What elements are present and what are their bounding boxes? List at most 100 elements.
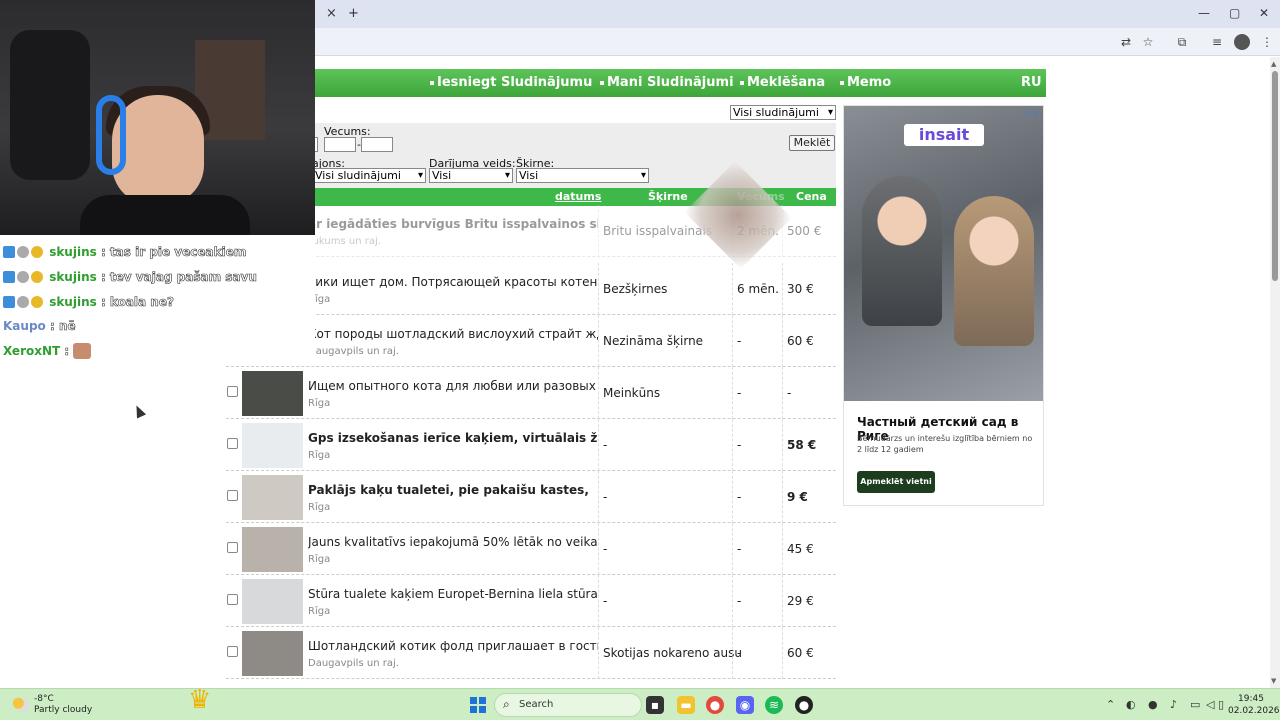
table-row[interactable]: Paklājs kaķu tualetei, pie pakaišu kaste… [226, 471, 836, 523]
age-from-input[interactable] [324, 137, 356, 152]
file-explorer-app-icon[interactable]: ▪ [646, 696, 664, 714]
folder-icon[interactable]: ▬ [677, 696, 695, 714]
tab-search-icon[interactable]: ≡ [1209, 34, 1225, 50]
col-date[interactable]: datums [555, 190, 601, 203]
table-row[interactable]: Stūra tualete kaķiem Europet-Bernina lie… [226, 575, 836, 627]
taskbar-search[interactable]: ⌕ Search [494, 693, 642, 717]
listing-title[interactable]: Рики ищет дом. Потрясающей красоты котен… [308, 275, 598, 289]
row-checkbox[interactable] [227, 386, 238, 397]
row-checkbox[interactable] [227, 542, 238, 553]
spotify-icon[interactable]: ≋ [765, 696, 783, 714]
ad-choices-icon[interactable]: ⓘ✕ [1024, 108, 1043, 118]
ad-photo-child-left [862, 176, 942, 326]
page-scrollbar[interactable]: ▲ ▼ [1270, 57, 1280, 688]
listing-title[interactable]: Кот породы шотладский вислоухий страйт ж… [308, 327, 598, 341]
tray-status-icon[interactable]: ● [1148, 698, 1158, 711]
column-divider [598, 263, 599, 315]
listing-location: Daugavpils un raj. [308, 346, 399, 357]
region-select[interactable]: Visi sludinājumi [312, 168, 426, 183]
deal-type-select[interactable]: Visi [429, 168, 513, 183]
column-divider [732, 263, 733, 315]
minimize-icon[interactable]: — [1198, 6, 1210, 20]
network-icon[interactable]: ▭ [1190, 698, 1200, 711]
translate-icon[interactable]: ⇄ [1118, 34, 1134, 50]
battery-icon[interactable]: ▯ [1218, 698, 1224, 711]
scroll-thumb[interactable] [1272, 71, 1278, 281]
nav-my-ads[interactable]: Mani Sludinājumi [600, 75, 734, 90]
volume-icon[interactable]: ◁ [1206, 698, 1214, 711]
col-breed[interactable]: Šķirne [648, 190, 688, 203]
nav-search[interactable]: Meklēšana [740, 75, 825, 90]
windows-start-icon[interactable] [470, 697, 486, 713]
listing-location: Rīga [308, 502, 331, 513]
nav-lang-ru[interactable]: RU [1021, 75, 1042, 90]
table-row[interactable]: Jauns kvalitatīvs iepakojumā 50% lētāk n… [226, 523, 836, 575]
tab-close-icon[interactable]: × [326, 6, 337, 21]
nav-memo[interactable]: Memo [840, 75, 891, 90]
listing-title[interactable]: Gps izsekošanas ierīce kaķiem, virtuālai… [308, 431, 598, 445]
col-price[interactable]: Cena [796, 190, 827, 203]
extensions-icon[interactable]: ⧉ [1174, 34, 1190, 50]
breed-select[interactable]: Visi [516, 168, 649, 183]
listing-title[interactable]: Paklājs kaķu tualetei, pie pakaišu kaste… [308, 483, 598, 497]
ad-type-select[interactable]: Visi sludinājumi [730, 105, 836, 120]
tray-chevron-icon[interactable]: ⌃ [1106, 698, 1115, 711]
table-row[interactable]: Кот породы шотладский вислоухий страйт ж… [226, 315, 836, 367]
row-checkbox[interactable] [227, 490, 238, 501]
clock-date[interactable]: 02.02.2026 [1228, 706, 1280, 716]
nav-submit-ad[interactable]: Iesniegt Sludinājumu [430, 75, 592, 90]
ad-description: Bērnudārzs un interešu izglītība bērniem… [857, 434, 1033, 454]
table-row[interactable]: Шотландский котик фолд приглашает в гост… [226, 627, 836, 679]
microphone-icon[interactable]: ♪ [1170, 698, 1177, 711]
weather-widget[interactable]: -8°C Partly cloudy [12, 694, 122, 718]
listing-thumbnail[interactable] [242, 371, 303, 416]
row-checkbox[interactable] [227, 438, 238, 449]
bookmark-star-icon[interactable]: ☆ [1140, 34, 1156, 50]
app-icon[interactable]: ● [795, 696, 813, 714]
weather-desc: Partly cloudy [34, 705, 93, 715]
new-tab-icon[interactable]: + [348, 6, 359, 21]
column-divider [782, 419, 783, 471]
age-to-input[interactable] [361, 137, 393, 152]
listing-thumbnail[interactable] [242, 631, 303, 676]
row-checkbox[interactable] [227, 594, 238, 605]
profile-avatar[interactable] [1234, 34, 1250, 50]
row-checkbox[interactable] [227, 646, 238, 657]
scroll-down-icon[interactable]: ▼ [1271, 677, 1276, 685]
discord-icon[interactable]: ◉ [736, 696, 754, 714]
listing-thumbnail[interactable] [242, 579, 303, 624]
tray-app-icon[interactable]: ◐ [1126, 698, 1136, 711]
table-row[interactable]: Ищем опытного кота для любви или разовых… [226, 367, 836, 419]
column-divider [598, 367, 599, 419]
clock-time[interactable]: 19:45 [1238, 694, 1264, 704]
scroll-up-icon[interactable]: ▲ [1271, 60, 1276, 68]
listing-thumbnail[interactable] [242, 423, 303, 468]
listing-thumbnail[interactable] [242, 475, 303, 520]
table-row[interactable]: Gps izsekošanas ierīce kaķiem, virtuālai… [226, 419, 836, 471]
site-navbar: Iesniegt Sludinājumu Mani Sludinājumi Me… [300, 69, 1046, 97]
search-button[interactable]: Meklēt [789, 135, 835, 151]
column-divider [782, 575, 783, 627]
listing-breed: Nezināma šķirne [603, 334, 704, 348]
chat-badge-icon [17, 271, 29, 283]
listing-title[interactable]: Stūra tualete kaķiem Europet-Bernina lie… [308, 587, 598, 601]
listing-title[interactable]: Ищем опытного кота для любви или разовых [308, 379, 598, 393]
chrome-icon[interactable]: ● [706, 696, 724, 714]
listing-price: 30 € [787, 282, 814, 296]
listing-age: - [737, 438, 742, 452]
listing-title[interactable]: Jauns kvalitatīvs iepakojumā 50% lētāk n… [308, 535, 598, 549]
listing-title[interactable]: ar iegādāties burvīgus Britu isspalvaino… [308, 217, 598, 231]
menu-icon[interactable]: ⋮ [1259, 34, 1275, 50]
webcam-headset [96, 95, 126, 175]
partly-cloudy-icon [12, 696, 30, 712]
listing-thumbnail[interactable] [242, 527, 303, 572]
listing-price: 58 € [787, 438, 817, 452]
ad-visit-button[interactable]: Apmeklēt vietni [857, 471, 935, 493]
table-row[interactable]: Рики ищет дом. Потрясающей красоты котен… [226, 263, 836, 315]
column-divider [598, 205, 599, 257]
restore-icon[interactable]: ▢ [1229, 6, 1240, 20]
advertisement[interactable]: insait ⓘ✕ Частный детский сад в Риге Bēr… [843, 105, 1044, 506]
column-divider [782, 523, 783, 575]
listing-title[interactable]: Шотландский котик фолд приглашает в гост… [308, 639, 598, 653]
close-window-icon[interactable]: ✕ [1259, 6, 1269, 20]
